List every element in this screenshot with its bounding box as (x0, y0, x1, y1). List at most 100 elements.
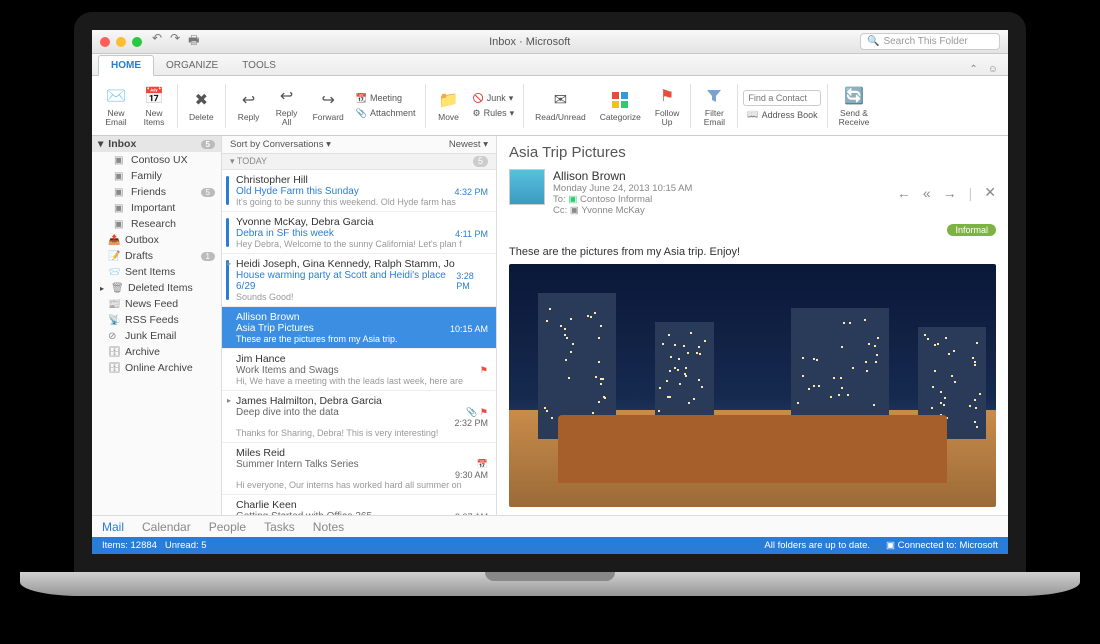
delete-button[interactable]: ✖Delete (183, 87, 220, 124)
print-icon[interactable]: 🖶 (188, 31, 199, 52)
tab-organize[interactable]: ORGANIZE (154, 56, 230, 75)
message-item[interactable]: ▸ Heidi Joseph, Gina Kennedy, Ralph Stamm… (222, 254, 496, 307)
folder-icon: ▣ (114, 155, 126, 165)
reply-button[interactable]: ↩︎Reply (231, 87, 267, 124)
status-connection: ▣ Connected to: Microsoft (886, 540, 998, 551)
close-window-button[interactable] (100, 37, 110, 47)
nav-friends[interactable]: ▣Friends5 (92, 184, 221, 200)
forward-icon[interactable]: → (943, 185, 957, 201)
message-subject: House warming party at Scott and Heidi's… (236, 270, 456, 292)
nav-outbox[interactable]: 📤Outbox (92, 232, 221, 248)
nav-family[interactable]: ▣Family (92, 168, 221, 184)
nav-online-archive[interactable]: 🗄Online Archive (92, 360, 221, 376)
close-icon[interactable]: ✕ (984, 184, 996, 201)
message-item[interactable]: Yvonne McKay, Debra GarciaDebra in SF th… (222, 212, 496, 254)
tab-tools[interactable]: TOOLS (230, 56, 288, 75)
chevron-down-icon: ▾ (509, 93, 514, 104)
online-archive-icon: 🗄 (108, 363, 120, 373)
message-time: 9:07 AM (455, 512, 488, 516)
message-time: 📎 ⚑ (466, 407, 488, 418)
rules-button[interactable]: ⚙Rules ▾ (469, 107, 519, 120)
address-book-icon: 📖 (747, 109, 758, 120)
forward-button[interactable]: ↪︎Forward (307, 87, 350, 124)
find-contact-input[interactable] (743, 90, 821, 106)
message-item[interactable]: Charlie KeenGetting Started with Office … (222, 495, 496, 515)
status-unread-count: Unread: 5 (165, 540, 207, 551)
message-item[interactable]: ▸James Halmilton, Debra GarciaDeep dive … (222, 391, 496, 443)
funnel-icon (703, 85, 725, 107)
message-from: Christopher Hill (236, 174, 488, 186)
nav-rss[interactable]: 📡RSS Feeds (92, 312, 221, 328)
junk-icon: 🚫 (473, 93, 484, 104)
undo-icon[interactable]: ↶ (152, 31, 162, 52)
read-unread-button[interactable]: ✉Read/Unread (529, 87, 592, 124)
archive-icon: 🗄 (108, 347, 120, 357)
message-subject: Old Hyde Farm this Sunday (236, 186, 359, 197)
chevron-down-icon: ▾ (326, 139, 331, 150)
message-time: 📅 (477, 459, 488, 470)
thread-chevron-icon: ▸ (227, 396, 231, 405)
search-input[interactable]: 🔍 Search This Folder (860, 33, 1000, 50)
chevron-down-icon: ▾ (510, 108, 515, 119)
list-group-today[interactable]: ▾ TODAY 5 (222, 154, 496, 170)
junk-button[interactable]: 🚫Junk ▾ (469, 92, 519, 105)
nav-mail[interactable]: Mail (102, 520, 124, 534)
message-item[interactable]: Allison BrownAsia Trip Pictures10:15 AMT… (222, 307, 496, 349)
chevron-down-icon: ▾ (98, 138, 103, 150)
new-items-button[interactable]: 📅New Items (136, 83, 172, 128)
sender-name: Allison Brown (553, 169, 889, 183)
reply-all-icon[interactable]: « (923, 185, 931, 201)
filter-email-button[interactable]: Filter Email (696, 83, 732, 128)
sort-dropdown[interactable]: Sort by Conversations ▾ (230, 139, 331, 150)
order-dropdown[interactable]: Newest ▾ (449, 139, 488, 150)
message-time: 4:32 PM (454, 187, 488, 197)
help-icon[interactable]: ☺ (988, 64, 998, 75)
cc-recipient: Yvonne McKay (581, 205, 644, 216)
categorize-button[interactable]: Categorize (594, 87, 647, 124)
attachment-icon: 📎 (466, 407, 477, 417)
flag-icon: ⚑ (480, 365, 488, 375)
message-subject: Asia Trip Pictures (236, 323, 314, 334)
nav-deleted[interactable]: ▸🗑Deleted Items (92, 280, 221, 296)
nav-archive[interactable]: 🗄Archive (92, 344, 221, 360)
collapse-ribbon-icon[interactable]: ⌃ (969, 64, 977, 75)
nav-contoso-ux[interactable]: ▣Contoso UX (92, 152, 221, 168)
nav-tasks[interactable]: Tasks (264, 520, 295, 534)
nav-junk[interactable]: ⊘Junk Email (92, 328, 221, 344)
message-from: Heidi Joseph, Gina Kennedy, Ralph Stamm,… (236, 258, 488, 270)
nav-notes[interactable]: Notes (313, 520, 344, 534)
address-book-button[interactable]: 📖Address Book (743, 108, 821, 121)
attachment-button[interactable]: 📎Attachment (352, 107, 420, 120)
tab-home[interactable]: HOME (98, 55, 154, 76)
new-email-button[interactable]: ✉️New Email (98, 83, 134, 128)
send-receive-button[interactable]: 🔄Send & Receive (833, 83, 876, 128)
nav-inbox[interactable]: ▾Inbox5 (92, 136, 221, 152)
move-button[interactable]: 📁Move (431, 87, 467, 124)
message-item[interactable]: Jim HanceWork Items and Swags⚑Hi, We hav… (222, 349, 496, 391)
thread-chevron-icon: ▸ (227, 259, 231, 268)
meeting-button[interactable]: 📆Meeting (352, 92, 420, 105)
reply-icon[interactable]: ← (897, 185, 911, 201)
category-tag: Informal (947, 224, 996, 236)
nav-people[interactable]: People (209, 520, 246, 534)
drafts-icon: 📝 (108, 251, 120, 261)
nav-news[interactable]: 📰News Feed (92, 296, 221, 312)
maximize-window-button[interactable] (132, 37, 142, 47)
message-from: Allison Brown (236, 311, 488, 323)
titlebar: ↶ ↷ 🖶 Inbox · Microsoft 🔍 Search This Fo… (92, 30, 1008, 54)
message-from: Charlie Keen (236, 499, 488, 511)
message-item[interactable]: Miles ReidSummer Intern Talks Series📅9:3… (222, 443, 496, 495)
nav-drafts[interactable]: 📝Drafts1 (92, 248, 221, 264)
reply-all-button[interactable]: ↩︎Reply All (269, 83, 305, 128)
redo-icon[interactable]: ↷ (170, 31, 180, 52)
nav-important[interactable]: ▣Important (92, 200, 221, 216)
nav-research[interactable]: ▣Research (92, 216, 221, 232)
nav-calendar[interactable]: Calendar (142, 520, 191, 534)
message-preview: Thanks for Sharing, Debra! This is very … (236, 428, 488, 438)
nav-sent[interactable]: 📨Sent Items (92, 264, 221, 280)
follow-up-button[interactable]: ⚑Follow Up (649, 83, 686, 128)
message-time: 10:15 AM (450, 324, 488, 334)
to-label: To: (553, 194, 566, 205)
minimize-window-button[interactable] (116, 37, 126, 47)
message-item[interactable]: Christopher HillOld Hyde Farm this Sunda… (222, 170, 496, 212)
